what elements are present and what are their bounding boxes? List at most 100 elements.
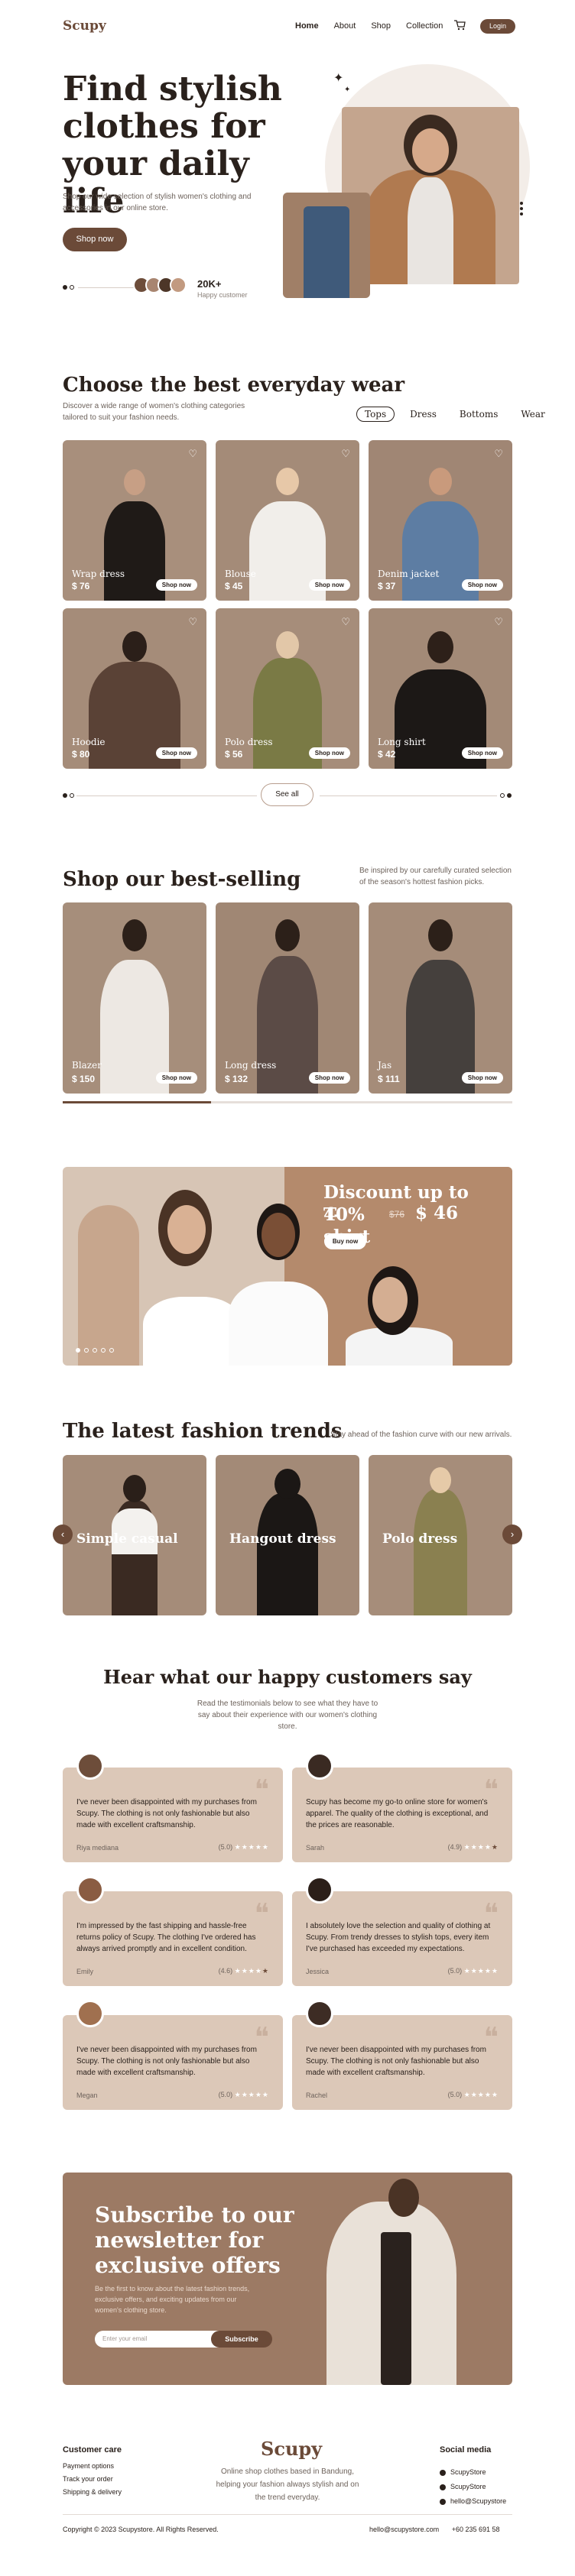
shop-now-button[interactable]: Shop now	[461, 747, 503, 759]
rating: (5.0) ★★★★★	[448, 1967, 499, 1975]
trends-title: The latest fashion trends	[63, 1420, 343, 1443]
nav-shop[interactable]: Shop	[371, 21, 391, 31]
avatar	[76, 2000, 104, 2027]
heart-icon[interactable]: ♡	[494, 616, 503, 628]
shop-now-button[interactable]: Shop now	[155, 1072, 197, 1084]
customer-count-label: Happy customer	[197, 291, 248, 299]
heart-icon[interactable]: ♡	[188, 616, 197, 628]
instagram-link[interactable]: ScupyStore	[440, 2465, 506, 2480]
pagination-dot[interactable]	[70, 793, 74, 798]
pagination-dot[interactable]	[93, 1348, 97, 1353]
star-icon: ★★★★★	[234, 1843, 269, 1851]
buy-now-button[interactable]: Buy now	[324, 1233, 366, 1249]
pagination-dot[interactable]	[101, 1348, 106, 1353]
product-card[interactable]: ♡ Polo dress $ 56 Shop now	[216, 608, 359, 769]
main-menu: Home About Shop Collection	[295, 21, 443, 31]
heart-icon[interactable]: ♡	[494, 448, 503, 460]
email-input[interactable]: Enter your email	[95, 2331, 219, 2348]
heart-icon[interactable]: ♡	[188, 448, 197, 460]
product-card[interactable]: Jas $ 111 Shop now	[369, 902, 512, 1094]
star-icon: ★★★★★	[463, 2091, 499, 2098]
trend-card[interactable]: Simple casual	[63, 1455, 206, 1615]
footer-email[interactable]: hello@scupystore.com	[369, 2526, 439, 2533]
pagination-dot[interactable]	[507, 793, 512, 798]
pagination-dot[interactable]	[63, 793, 67, 798]
category-tabs: Tops Dress Bottoms Wear	[356, 407, 553, 422]
next-arrow-icon[interactable]: ›	[502, 1525, 522, 1544]
product-card[interactable]: Blazer $ 150 Shop now	[63, 902, 206, 1094]
subscribe-text: Be the first to know about the latest fa…	[95, 2285, 250, 2314]
footer-description: Online shop clothes based in Bandung, he…	[216, 2467, 359, 2502]
see-all-button[interactable]: See all	[261, 783, 313, 806]
testimonial-text: I've never been disappointed with my pur…	[76, 1798, 257, 1829]
tab-tops[interactable]: Tops	[356, 407, 395, 422]
pagination-dot[interactable]	[500, 793, 505, 798]
banner-pagination	[76, 1348, 114, 1353]
product-name: Denim jacket	[378, 569, 440, 579]
product-price: $ 56	[225, 749, 243, 760]
product-card[interactable]: Long dress $ 132 Shop now	[216, 902, 359, 1094]
sparkle-icon: ✦	[344, 86, 351, 94]
testimonial-card: ❝ I'm impressed by the fast shipping and…	[63, 1876, 283, 1986]
product-card[interactable]: ♡ Wrap dress $ 76 Shop now	[63, 440, 206, 601]
rating-value: (4.6)	[218, 1967, 233, 1975]
bestselling-subtitle: Be inspired by our carefully curated sel…	[359, 867, 512, 886]
login-button[interactable]: Login	[480, 19, 515, 34]
product-price: $ 76	[72, 581, 90, 591]
shop-now-button[interactable]: Shop now	[461, 579, 503, 591]
tab-bottoms[interactable]: Bottoms	[452, 407, 505, 421]
rating: (5.0) ★★★★★	[448, 2091, 499, 2099]
avatar	[306, 1752, 333, 1780]
tab-wear[interactable]: Wear	[513, 407, 552, 421]
pagination-dot[interactable]	[70, 285, 74, 290]
email-link[interactable]: hello@Scupystore	[440, 2494, 506, 2509]
footer-link[interactable]: Payment options	[63, 2460, 122, 2473]
nav-collection[interactable]: Collection	[406, 21, 443, 31]
heart-icon[interactable]: ♡	[341, 448, 350, 460]
testimonial-card: ❝ Scupy has become my go-to online store…	[292, 1752, 512, 1862]
trend-card[interactable]: Polo dress	[369, 1455, 512, 1615]
shop-now-button[interactable]: Shop now	[155, 747, 197, 759]
pagination-dot[interactable]	[84, 1348, 89, 1353]
footer-care-title: Customer care	[63, 2445, 122, 2454]
shop-now-button[interactable]: Shop now	[308, 747, 350, 759]
product-card[interactable]: ♡ Denim jacket $ 37 Shop now	[369, 440, 512, 601]
pagination-dot[interactable]	[109, 1348, 114, 1353]
footer-phone[interactable]: +60 235 691 58	[452, 2526, 500, 2533]
rating-value: (5.0)	[218, 1843, 233, 1851]
nav-home[interactable]: Home	[295, 21, 319, 31]
pagination-dot[interactable]	[76, 1348, 80, 1353]
testimonial-text: I absolutely love the selection and qual…	[306, 1922, 491, 1953]
star-icon: ★★★★★	[234, 2091, 269, 2098]
avatar	[76, 1752, 104, 1780]
bestselling-grid: Blazer $ 150 Shop now Long dress $ 132 S…	[63, 902, 512, 1094]
footer-link[interactable]: Shipping & delivery	[63, 2486, 122, 2499]
footer-link[interactable]: Track your order	[63, 2473, 122, 2486]
shop-now-button[interactable]: Shop now	[155, 579, 197, 591]
nav-about[interactable]: About	[334, 21, 356, 31]
prev-arrow-icon[interactable]: ‹	[53, 1525, 73, 1544]
product-card[interactable]: ♡ Blouse $ 45 Shop now	[216, 440, 359, 601]
hero-subtitle: Shop our wide selection of stylish women…	[63, 193, 252, 212]
trend-card[interactable]: Hangout dress	[216, 1455, 359, 1615]
shop-now-button[interactable]: Shop now	[308, 1072, 350, 1084]
shop-now-button[interactable]: Shop now	[461, 1072, 503, 1084]
avatar	[76, 1876, 104, 1904]
footer-logo[interactable]: Scupy	[261, 2438, 322, 2460]
instagram-icon	[440, 2469, 446, 2476]
product-card[interactable]: ♡ Hoodie $ 80 Shop now	[63, 608, 206, 769]
divider	[320, 795, 497, 796]
heart-icon[interactable]: ♡	[341, 616, 350, 628]
logo[interactable]: Scupy	[63, 18, 106, 34]
testimonial-name: Emily	[76, 1968, 93, 1975]
cart-icon[interactable]	[453, 20, 466, 31]
tab-dress[interactable]: Dress	[402, 407, 444, 421]
social-label: hello@Scupystore	[450, 2497, 507, 2505]
hero-shop-now-button[interactable]: Shop now	[63, 228, 127, 251]
shop-now-button[interactable]: Shop now	[308, 579, 350, 591]
pagination-dot[interactable]	[63, 285, 67, 290]
product-name: Hoodie	[72, 737, 106, 747]
facebook-link[interactable]: ScupyStore	[440, 2480, 506, 2494]
subscribe-button[interactable]: Subscribe	[211, 2331, 272, 2348]
product-card[interactable]: ♡ Long shirt $ 42 Shop now	[369, 608, 512, 769]
